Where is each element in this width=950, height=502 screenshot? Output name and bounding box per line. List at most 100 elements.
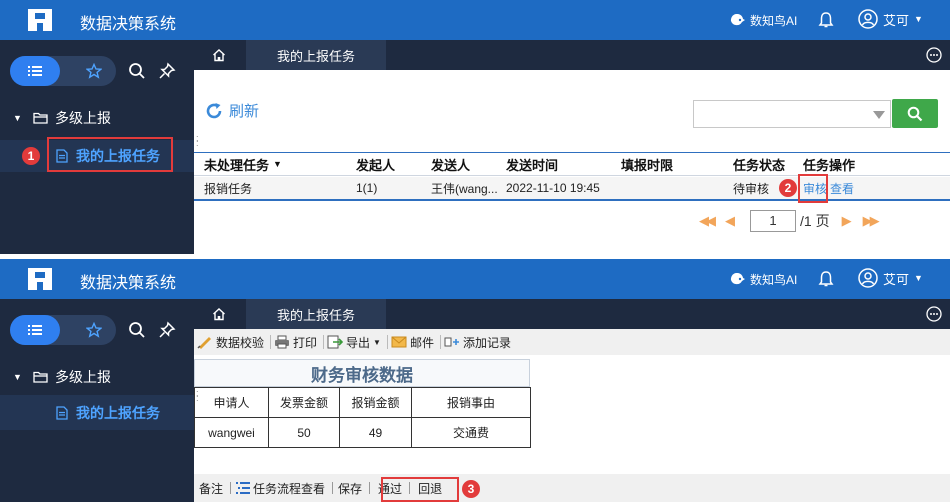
user-menu[interactable]: 艾可 ▼ bbox=[858, 268, 923, 288]
search-icon bbox=[907, 106, 923, 121]
drag-handle-icon[interactable]: ⁚ ⁚ bbox=[196, 136, 202, 148]
cell-task: 报销任务 bbox=[204, 181, 253, 196]
action-separator bbox=[230, 482, 232, 494]
ai-assistant-link[interactable]: 数知鸟AI bbox=[730, 12, 797, 29]
column-header-sent-time: 发送时间 bbox=[506, 157, 559, 173]
envelope-icon bbox=[391, 336, 407, 348]
search-input[interactable] bbox=[693, 100, 891, 128]
top-bar: 数据决策系统 数知鸟AI 艾可 ▼ bbox=[0, 0, 950, 40]
sidebar-tools bbox=[10, 315, 188, 345]
tree-node-label: 多级上报 bbox=[55, 110, 111, 126]
bell-icon[interactable] bbox=[818, 11, 834, 29]
home-tab[interactable] bbox=[194, 40, 244, 70]
list-view-button[interactable] bbox=[10, 56, 60, 86]
cell-initiator: 1(1) bbox=[356, 181, 378, 195]
refresh-label: 刷新 bbox=[229, 103, 260, 120]
pin-icon[interactable] bbox=[158, 321, 176, 339]
chevron-down-icon: ▼ bbox=[914, 14, 923, 24]
favorites-button[interactable] bbox=[72, 56, 116, 86]
list-icon bbox=[28, 325, 42, 335]
step-badge: 2 bbox=[779, 179, 797, 197]
header-cell: 报销金额 bbox=[339, 387, 412, 418]
more-options-icon[interactable] bbox=[926, 47, 942, 63]
search-icon[interactable] bbox=[128, 321, 146, 339]
tree-node-my-report-tasks[interactable]: 我的上报任务 bbox=[0, 395, 194, 430]
header-cell: 发票金额 bbox=[268, 387, 340, 418]
user-menu[interactable]: 艾可 ▼ bbox=[858, 9, 923, 29]
toolbar-separator bbox=[439, 335, 441, 349]
data-cell[interactable]: 交通费 bbox=[411, 417, 531, 448]
data-cell[interactable]: 50 bbox=[268, 417, 340, 448]
folder-icon bbox=[33, 112, 48, 124]
toolbar-separator bbox=[270, 335, 272, 349]
sort-caret-icon: ▼ bbox=[273, 159, 282, 169]
list-view-button[interactable] bbox=[10, 315, 60, 345]
ai-assistant-link[interactable]: 数知鸟AI bbox=[730, 271, 797, 288]
table-row[interactable]: 报销任务 1(1) 王伟(wang... 2022-11-10 19:45 待审… bbox=[194, 177, 950, 201]
home-icon bbox=[213, 308, 225, 321]
sidebar: ▼ 多级上报 我的上报任务 1 bbox=[0, 40, 194, 254]
tree-node-multilevel-report[interactable]: ▼ 多级上报 bbox=[0, 106, 194, 130]
app-title: 数据决策系统 bbox=[80, 275, 177, 292]
search-icon[interactable] bbox=[128, 62, 146, 80]
report-sheet: 财务审核数据 ⁚ ⁚ 申请人 发票金额 报销金额 报销事由 wangwei 50 … bbox=[194, 355, 950, 474]
search-button[interactable] bbox=[892, 99, 938, 128]
home-tab[interactable] bbox=[194, 299, 244, 329]
home-icon bbox=[213, 49, 225, 62]
report-header-row: 申请人 发票金额 报销金额 报销事由 bbox=[194, 387, 531, 418]
column-header-task[interactable]: 未处理任务 ▼ bbox=[204, 153, 282, 175]
add-record-button[interactable]: 添加记录 bbox=[444, 334, 511, 351]
view-link[interactable]: 查看 bbox=[830, 177, 854, 199]
printer-icon bbox=[275, 335, 290, 349]
report-title: 财务审核数据 bbox=[194, 359, 530, 387]
page-number-input[interactable]: 1 bbox=[750, 210, 796, 232]
data-cell[interactable]: 49 bbox=[339, 417, 412, 448]
tree-node-label: 多级上报 bbox=[55, 369, 111, 385]
tree-node-multilevel-report[interactable]: ▼ 多级上报 bbox=[0, 365, 194, 389]
task-flow-button[interactable]: 任务流程查看 bbox=[236, 480, 325, 497]
app-logo bbox=[28, 268, 52, 290]
more-options-icon[interactable] bbox=[926, 306, 942, 322]
export-dropdown[interactable]: 导出 ▼ bbox=[327, 334, 381, 351]
refresh-button[interactable]: 刷新 bbox=[204, 100, 259, 121]
tab-bar: 我的上报任务 bbox=[194, 40, 950, 70]
app-title: 数据决策系统 bbox=[80, 16, 177, 33]
data-cell[interactable]: wangwei bbox=[194, 417, 269, 448]
favorites-button[interactable] bbox=[72, 315, 116, 345]
user-avatar-icon bbox=[858, 9, 878, 29]
star-icon bbox=[86, 322, 102, 338]
tab-my-report-tasks[interactable]: 我的上报任务 bbox=[246, 40, 386, 70]
pin-icon[interactable] bbox=[158, 62, 176, 80]
bell-icon[interactable] bbox=[818, 270, 834, 288]
toolbar-separator bbox=[386, 335, 388, 349]
action-separator bbox=[369, 482, 371, 494]
add-row-icon bbox=[444, 337, 459, 347]
last-page-icon[interactable]: ▶▶ bbox=[863, 213, 880, 229]
email-button[interactable]: 邮件 bbox=[391, 334, 434, 351]
page-total: /1 页 bbox=[800, 213, 830, 229]
highlight-box bbox=[798, 174, 828, 203]
star-icon bbox=[86, 63, 102, 79]
document-icon bbox=[56, 405, 68, 420]
app-logo bbox=[28, 9, 52, 31]
highlight-box bbox=[381, 477, 459, 502]
review-screen: 数据决策系统 数知鸟AI 艾可 ▼ ▼ 多级上报 我的上报任务 我的上报任务 数… bbox=[0, 259, 950, 502]
cell-sender: 王伟(wang... bbox=[431, 181, 498, 196]
column-header-deadline: 填报时限 bbox=[621, 157, 674, 173]
user-name: 艾可 bbox=[883, 271, 910, 287]
next-page-icon[interactable]: ▶ bbox=[842, 213, 852, 229]
first-page-icon[interactable]: ◀◀ bbox=[699, 213, 716, 229]
tree-node-label: 我的上报任务 bbox=[76, 404, 160, 421]
save-button[interactable]: 保存 bbox=[338, 480, 362, 497]
tab-my-report-tasks[interactable]: 我的上报任务 bbox=[246, 299, 386, 329]
prev-page-icon[interactable]: ◀ bbox=[725, 213, 735, 229]
remark-button[interactable]: 备注 bbox=[199, 480, 223, 497]
data-validation-button[interactable]: 数据校验 bbox=[197, 334, 264, 351]
list-icon bbox=[28, 66, 42, 76]
dropdown-arrow-icon[interactable] bbox=[873, 111, 885, 119]
table-header: 未处理任务 ▼ 发起人 发送人 发送时间 填报时限 任务状态 任务操作 bbox=[194, 152, 950, 176]
print-button[interactable]: 打印 bbox=[274, 334, 317, 351]
column-header-status: 任务状态 bbox=[733, 157, 786, 173]
ai-bird-icon bbox=[730, 13, 745, 25]
review-content: 数据校验 打印 导出 ▼ 邮件 添加记录 财务审核数据 ⁚ ⁚ 申请人 发票金额… bbox=[194, 329, 950, 502]
